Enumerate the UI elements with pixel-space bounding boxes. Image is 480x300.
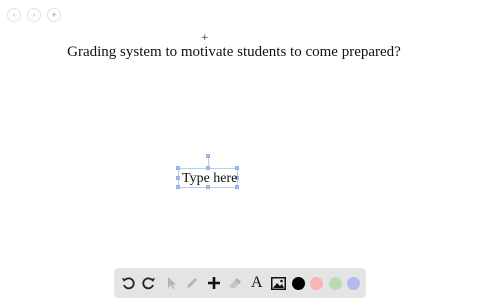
undo-icon xyxy=(121,277,135,290)
color-swatch-blue[interactable] xyxy=(347,276,361,290)
textbox-placeholder[interactable]: Type here xyxy=(182,171,237,187)
select-tool-button[interactable] xyxy=(163,275,179,291)
resize-handle-top-left[interactable] xyxy=(176,166,180,170)
text-icon: A xyxy=(250,274,263,291)
rotation-handle[interactable] xyxy=(206,154,210,158)
forward-button[interactable]: › xyxy=(27,8,41,22)
chevron-left-icon: ‹ xyxy=(12,11,16,19)
question-text: Grading system to motivate students to c… xyxy=(67,44,401,60)
image-tool-button[interactable] xyxy=(270,275,286,291)
pen-icon xyxy=(187,278,198,288)
add-page-button[interactable]: + xyxy=(47,8,61,22)
crosshair-cursor-icon: + xyxy=(201,33,209,43)
plus-icon: + xyxy=(51,11,57,19)
text-tool-button[interactable]: A xyxy=(249,274,265,291)
resize-handle-top-right[interactable] xyxy=(235,166,239,170)
chevron-right-icon: › xyxy=(32,11,36,19)
redo-button[interactable] xyxy=(141,275,157,291)
pen-tool-button[interactable] xyxy=(184,275,200,291)
text-box[interactable]: Type here xyxy=(176,154,239,189)
undo-button[interactable] xyxy=(120,275,136,291)
add-tool-button[interactable] xyxy=(206,275,222,291)
back-button[interactable]: ‹ xyxy=(7,8,21,22)
color-swatch-green[interactable] xyxy=(328,276,342,290)
eraser-tool-button[interactable] xyxy=(227,275,243,291)
redo-icon xyxy=(142,277,156,290)
page-navigation: ‹ › + xyxy=(7,8,61,22)
color-swatch-black[interactable] xyxy=(291,276,305,290)
drawing-toolbar: A xyxy=(114,268,366,298)
eraser-icon xyxy=(229,278,242,288)
resize-handle-top[interactable] xyxy=(206,166,210,170)
pointer-icon xyxy=(167,277,176,289)
image-icon xyxy=(270,276,286,290)
resize-handle-left[interactable] xyxy=(176,176,180,180)
color-swatch-red[interactable] xyxy=(310,276,324,290)
resize-handle-bottom-left[interactable] xyxy=(176,185,180,189)
plus-icon xyxy=(207,277,220,289)
